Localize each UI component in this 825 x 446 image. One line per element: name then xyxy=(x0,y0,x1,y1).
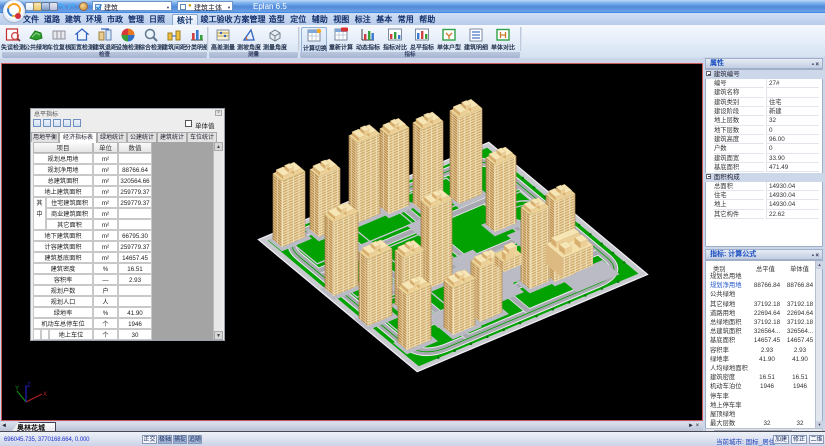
svg-text:Y: Y xyxy=(15,386,19,392)
svg-text:Z: Z xyxy=(27,383,31,389)
svg-text:X: X xyxy=(43,392,47,398)
